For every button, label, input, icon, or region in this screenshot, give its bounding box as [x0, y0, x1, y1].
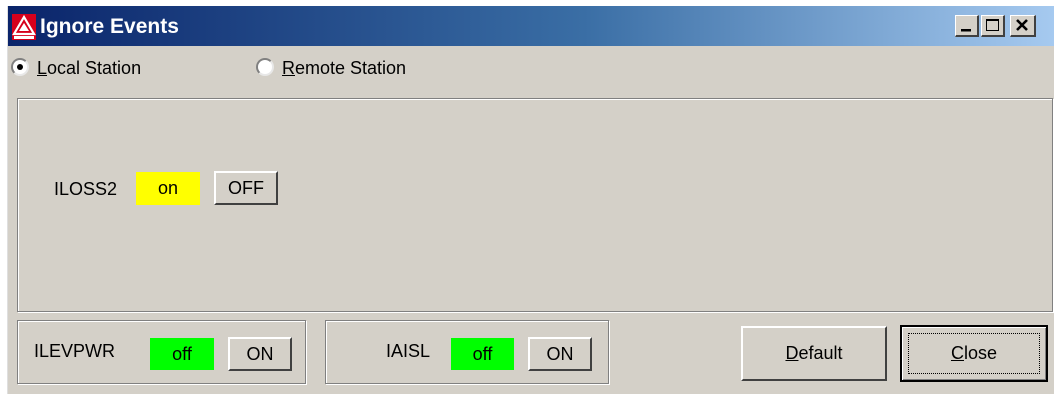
iloss2-label: ILOSS2: [54, 179, 118, 199]
ignore-events-window: Ignore Events Local Station Remote Stati…: [7, 6, 1054, 394]
ilevpwr-toggle-button[interactable]: ON: [228, 337, 292, 371]
close-window-button[interactable]: [1010, 15, 1036, 37]
iaisl-label: IAISL: [386, 341, 431, 361]
close-button[interactable]: Close: [900, 325, 1048, 382]
title-bar[interactable]: Ignore Events: [8, 6, 1054, 46]
iaisl-state-indicator: off: [451, 338, 514, 370]
radio-remote-icon[interactable]: [256, 58, 274, 76]
radio-local-icon[interactable]: [11, 58, 29, 76]
events-panel: ILOSS2 on OFF: [17, 98, 1053, 312]
window-title: Ignore Events: [40, 15, 179, 38]
ilevpwr-panel: ILEVPWR off ON: [17, 320, 306, 384]
ilevpwr-state-indicator: off: [150, 338, 214, 370]
iloss2-state-indicator: on: [136, 172, 200, 205]
loop-triangle-icon: [12, 14, 36, 40]
default-button[interactable]: Default: [741, 326, 887, 381]
iaisl-panel: IAISL off ON: [325, 320, 609, 384]
minimize-button[interactable]: [955, 15, 979, 37]
ilevpwr-label: ILEVPWR: [34, 341, 116, 361]
maximize-button[interactable]: [981, 15, 1005, 37]
iaisl-toggle-button[interactable]: ON: [528, 337, 592, 371]
iloss2-toggle-button[interactable]: OFF: [214, 171, 278, 205]
